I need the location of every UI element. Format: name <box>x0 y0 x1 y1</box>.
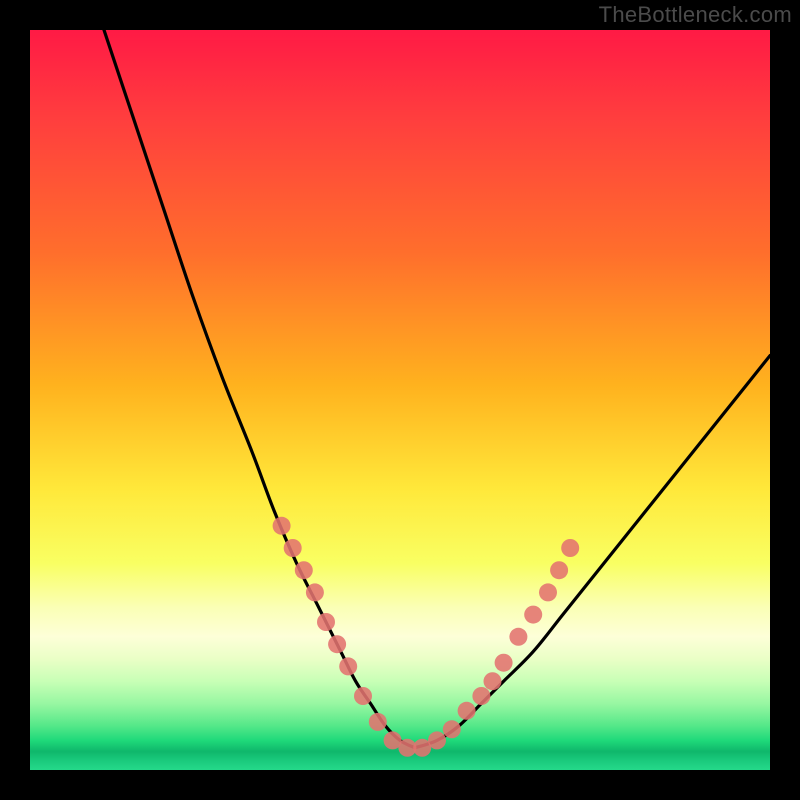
chart-frame: TheBottleneck.com <box>0 0 800 800</box>
highlight-dot <box>550 561 568 579</box>
highlight-dot <box>428 731 446 749</box>
right-curve <box>415 356 770 748</box>
highlight-dot <box>495 654 513 672</box>
watermark-text: TheBottleneck.com <box>599 2 792 28</box>
highlight-dot <box>284 539 302 557</box>
highlight-dot <box>273 517 291 535</box>
highlight-dot <box>369 713 387 731</box>
plot-area <box>30 30 770 770</box>
highlight-dot <box>306 583 324 601</box>
highlight-dot <box>317 613 335 631</box>
highlight-dot <box>539 583 557 601</box>
highlight-dot <box>484 672 502 690</box>
highlight-dot <box>443 720 461 738</box>
highlight-dot <box>472 687 490 705</box>
highlight-dot <box>328 635 346 653</box>
highlight-dot <box>524 606 542 624</box>
highlight-dot <box>509 628 527 646</box>
curve-svg <box>30 30 770 770</box>
highlight-dot <box>354 687 372 705</box>
highlight-dot <box>295 561 313 579</box>
highlight-dots <box>273 517 580 757</box>
left-curve <box>104 30 415 748</box>
highlight-dot <box>561 539 579 557</box>
highlight-dot <box>339 657 357 675</box>
highlight-dot <box>458 702 476 720</box>
